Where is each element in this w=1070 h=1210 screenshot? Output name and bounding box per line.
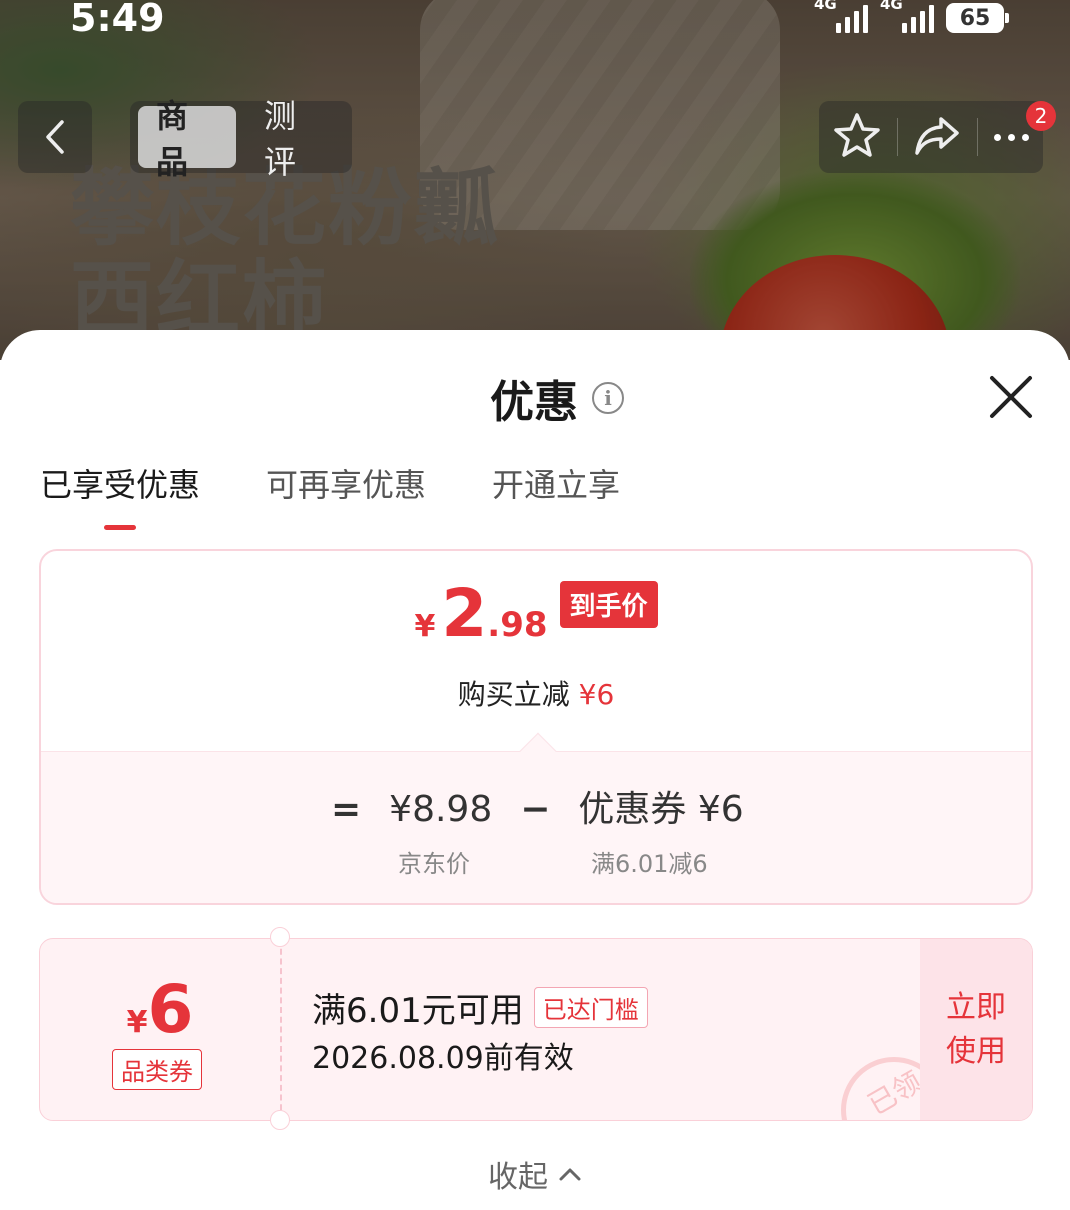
formula-equals: = bbox=[331, 789, 362, 830]
tab-review[interactable]: 测评 bbox=[246, 97, 344, 181]
final-price-section: ¥ 2 .98 到手价 购买立减 ¥6 bbox=[41, 551, 1031, 751]
collapse-button[interactable]: 收起 bbox=[0, 1152, 1070, 1196]
coupon-condition-label: 满6.01减6 bbox=[591, 850, 708, 878]
hero-title: 攀枝花粉瓤 西红柿 bbox=[70, 162, 540, 346]
price-formula-section: = ¥8.98 − 优惠券 ¥6 京东价 满6.01减6 bbox=[41, 751, 1031, 903]
price-formula: = ¥8.98 − 优惠券 ¥6 bbox=[331, 780, 772, 832]
nav-divider bbox=[896, 118, 898, 156]
coupon-card[interactable]: ¥6 品类券 满6.01元可用 已达门槛 2026.08.09前有效 已领 立即… bbox=[39, 938, 1033, 1121]
use-now-button[interactable]: 立即使用 bbox=[920, 939, 1032, 1120]
coupon-punch-top bbox=[270, 927, 290, 947]
instant-discount: 购买立减 ¥6 bbox=[41, 673, 1031, 713]
threshold-reached-badge: 已达门槛 bbox=[533, 987, 648, 1028]
coupon-divider bbox=[280, 939, 282, 1120]
back-button[interactable] bbox=[18, 101, 92, 173]
discount-sheet: 优惠 i 已享受优惠 可再享优惠 开通立享 ¥ 2 .98 到手价 购买立减 ¥… bbox=[0, 330, 1070, 1210]
final-price: ¥ 2 .98 到手价 bbox=[41, 575, 1031, 652]
final-price-badge: 到手价 bbox=[559, 580, 658, 628]
status-time: 5:49 bbox=[70, 0, 165, 40]
tab-enjoyed-discounts[interactable]: 已享受优惠 bbox=[40, 460, 200, 530]
chevron-up-icon bbox=[559, 1168, 581, 1181]
notification-badge: 2 bbox=[1026, 101, 1056, 131]
info-icon[interactable]: i bbox=[592, 382, 624, 414]
collapse-label: 收起 bbox=[488, 1160, 548, 1195]
signal-icon-2: 4G bbox=[880, 0, 934, 35]
tab-more-discounts[interactable]: 可再享优惠 bbox=[266, 460, 426, 530]
network-label-2: 4G bbox=[880, 0, 903, 13]
discount-tabs: 已享受优惠 可再享优惠 开通立享 bbox=[40, 460, 620, 530]
status-icons: 4G 4G 65 bbox=[814, 0, 1009, 36]
nav-divider bbox=[977, 118, 979, 156]
coupon-currency: ¥ bbox=[126, 1005, 148, 1040]
network-label-1: 4G bbox=[814, 0, 837, 13]
nav-actions bbox=[819, 101, 1043, 173]
price-decimal: .98 bbox=[487, 605, 548, 645]
tab-membership-discounts[interactable]: 开通立享 bbox=[492, 460, 620, 530]
sheet-title: 优惠 bbox=[490, 377, 578, 428]
chevron-left-icon bbox=[46, 120, 64, 154]
base-price-label: 京东价 bbox=[398, 850, 470, 878]
formula-minus: − bbox=[520, 789, 551, 830]
close-icon[interactable] bbox=[986, 372, 1036, 422]
product-nav-tabs: 商品 测评 bbox=[130, 97, 352, 181]
coupon-amount: ¥6 bbox=[40, 971, 280, 1048]
coupon-amount-value: 6 bbox=[147, 971, 194, 1048]
formula-base-price: ¥8.98 bbox=[389, 789, 493, 830]
coupon-punch-bottom bbox=[270, 1110, 290, 1130]
sheet-header: 优惠 i bbox=[490, 366, 624, 430]
coupon-value-section: ¥6 品类券 bbox=[40, 939, 280, 1120]
battery-level: 65 bbox=[959, 5, 991, 31]
more-icon[interactable] bbox=[994, 133, 1030, 141]
instant-discount-label: 购买立减 bbox=[457, 678, 579, 711]
star-icon bbox=[834, 113, 880, 157]
coupon-condition: 满6.01元可用 已达门槛 bbox=[312, 983, 648, 1032]
share-button[interactable] bbox=[913, 113, 961, 161]
use-now-label: 立即使用 bbox=[946, 989, 1006, 1069]
coupon-expiry: 2026.08.09前有效 bbox=[312, 1041, 574, 1076]
tab-product[interactable]: 商品 bbox=[138, 97, 236, 181]
price-breakdown-card: ¥ 2 .98 到手价 购买立减 ¥6 = ¥8.98 − 优惠券 ¥6 京东价… bbox=[39, 549, 1033, 905]
price-currency: ¥ bbox=[414, 609, 436, 644]
signal-icon: 4G bbox=[814, 0, 868, 35]
share-icon bbox=[915, 117, 960, 155]
coupon-condition-text: 满6.01元可用 bbox=[312, 991, 524, 1031]
instant-discount-value: ¥6 bbox=[578, 678, 615, 711]
favorite-button[interactable] bbox=[833, 112, 881, 162]
claimed-stamp-text: 已领 bbox=[862, 1065, 928, 1121]
price-integer: 2 bbox=[441, 575, 488, 652]
battery-icon: 65 bbox=[946, 3, 1009, 33]
formula-coupon: 优惠券 ¥6 bbox=[578, 789, 744, 830]
coupon-type-badge: 品类券 bbox=[112, 1049, 202, 1090]
